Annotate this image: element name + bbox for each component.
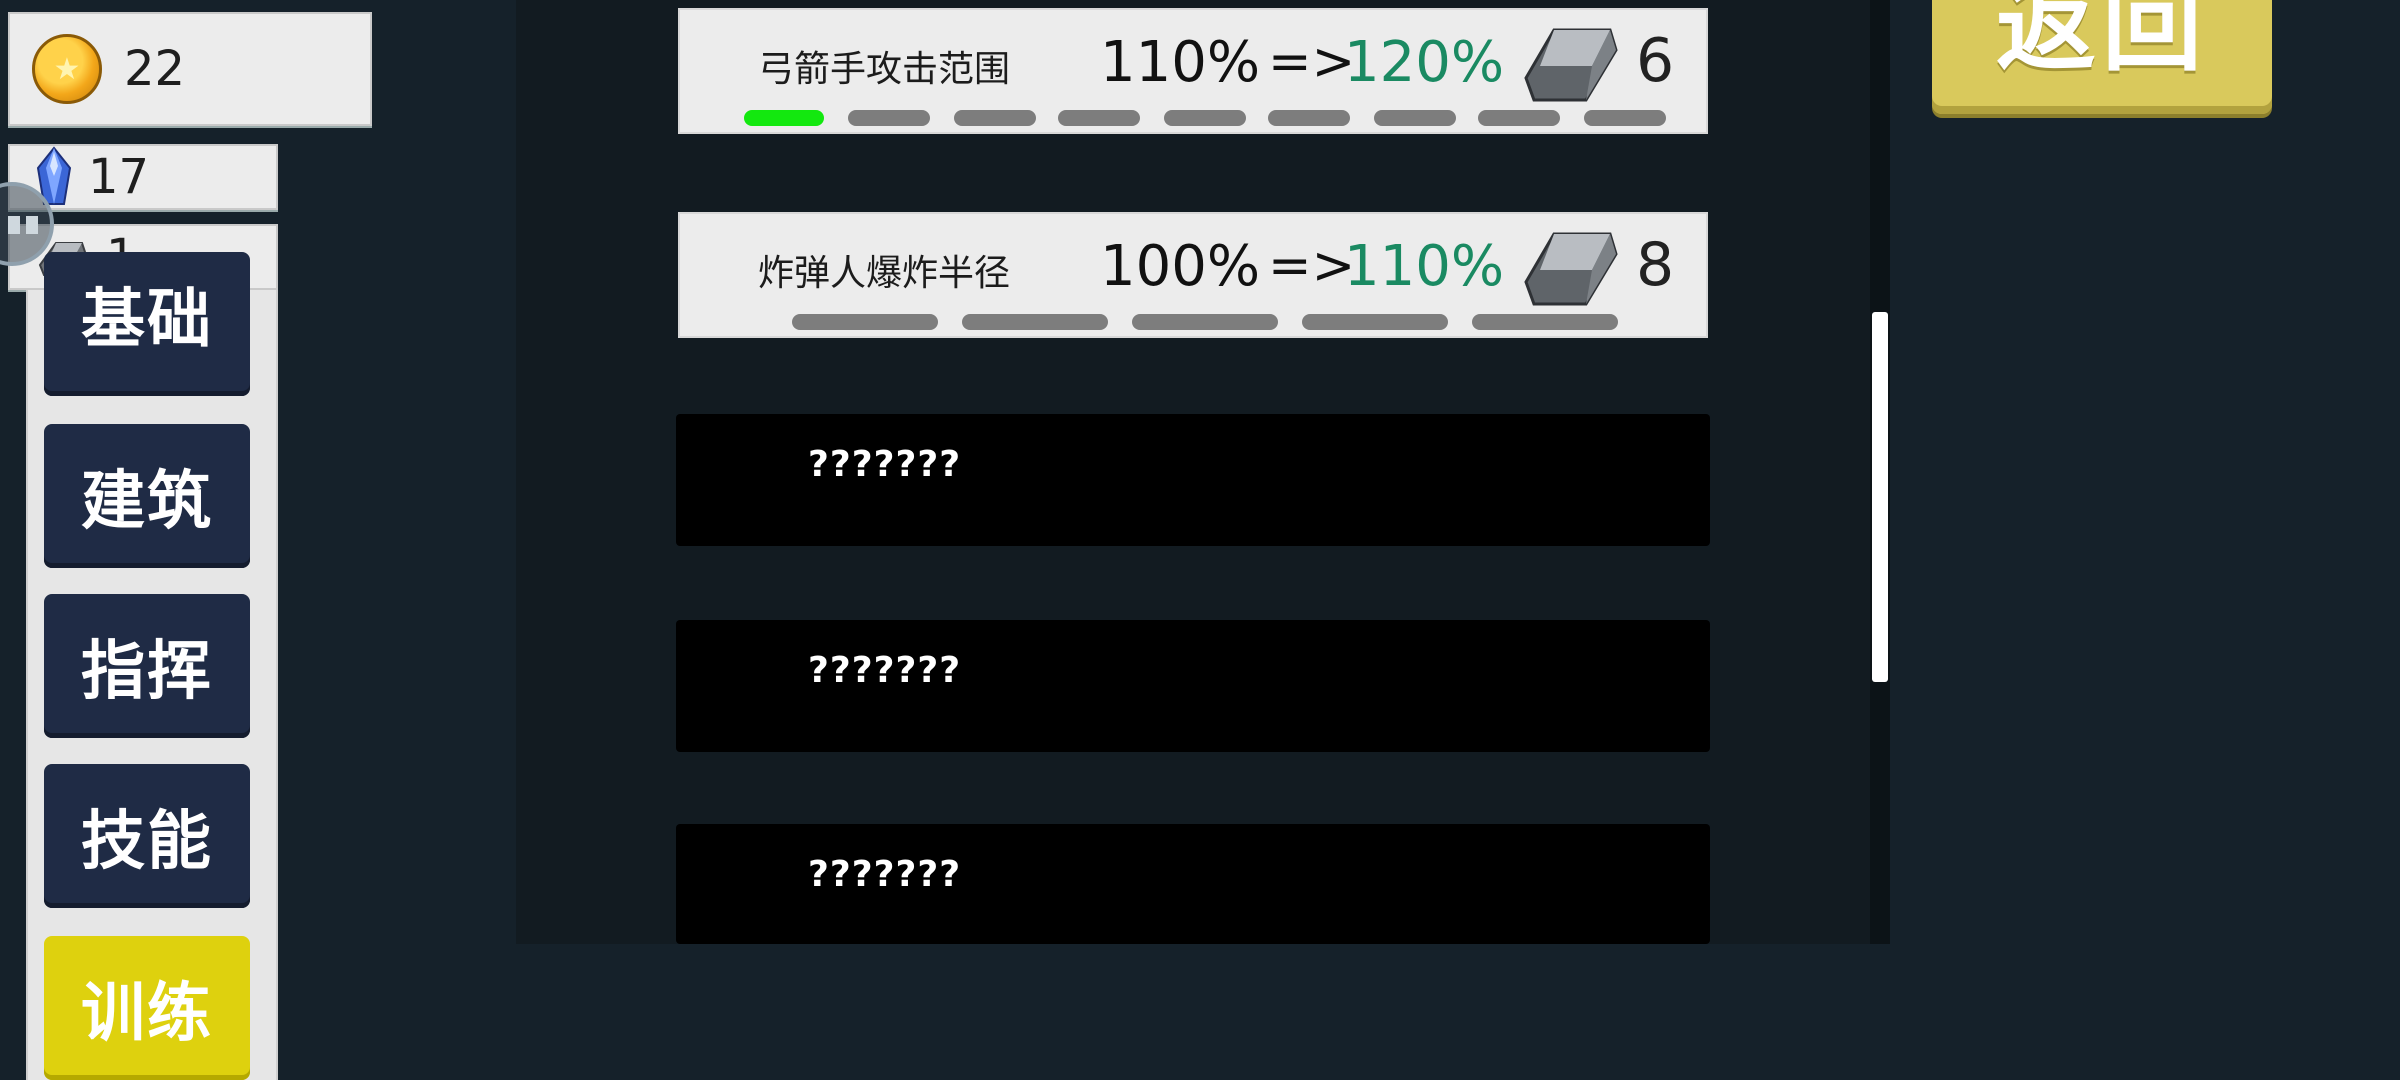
gem-count: 17 — [88, 149, 150, 205]
next-value: 120% — [1344, 30, 1505, 95]
upgrade-row-archer-range[interactable]: 弓箭手攻击范围 110% => 120% 6 — [678, 8, 1708, 134]
level-pip — [1374, 110, 1456, 126]
level-pip — [1302, 314, 1448, 330]
level-progress — [792, 310, 1626, 332]
current-value: 100% — [1100, 234, 1261, 299]
current-value: 110% — [1100, 30, 1261, 95]
locked-upgrade-row[interactable]: ??????? — [676, 824, 1710, 944]
arrow-text: => — [1268, 236, 1356, 296]
upgrade-name: 弓箭手攻击范围 — [758, 49, 1011, 90]
level-pip — [848, 110, 930, 126]
coin-count: 22 — [124, 41, 186, 97]
level-progress — [744, 106, 1670, 128]
menu-skill-button[interactable]: 技能 — [44, 764, 250, 908]
level-pip — [1164, 110, 1246, 126]
level-pip — [954, 110, 1036, 126]
next-value: 110% — [1344, 234, 1505, 299]
ingot-cost-icon — [1524, 28, 1618, 102]
upgrade-row-bomber-radius[interactable]: 炸弹人爆炸半径 100% => 110% 8 — [678, 212, 1708, 338]
gem-counter: 17 — [8, 144, 278, 210]
upgrade-name: 炸弹人爆炸半径 — [758, 253, 1011, 294]
scrollbar-thumb[interactable] — [1872, 312, 1888, 682]
menu-basic-button[interactable]: 基础 — [44, 252, 250, 396]
level-pip-filled — [744, 110, 824, 126]
ingot-cost-icon — [1524, 232, 1618, 306]
locked-upgrade-row[interactable]: ??????? — [676, 620, 1710, 752]
level-pip — [1058, 110, 1140, 126]
coin-counter: ★ 22 — [8, 12, 372, 126]
level-pip — [1268, 110, 1350, 126]
menu-command-button[interactable]: 指挥 — [44, 594, 250, 738]
level-pip — [1478, 110, 1560, 126]
locked-label: ??????? — [808, 444, 962, 485]
coin-icon: ★ — [32, 34, 102, 104]
level-pip — [1132, 314, 1278, 330]
upgrade-cost: 6 — [1636, 26, 1675, 96]
arrow-text: => — [1268, 32, 1356, 92]
back-button[interactable]: 返回 — [1932, 0, 2272, 114]
locked-label: ??????? — [808, 854, 962, 895]
locked-upgrade-row[interactable]: ??????? — [676, 414, 1710, 546]
level-pip — [962, 314, 1108, 330]
level-pip — [792, 314, 938, 330]
level-pip — [1584, 110, 1666, 126]
menu-train-button[interactable]: 训练 — [44, 936, 250, 1080]
locked-label: ??????? — [808, 650, 962, 691]
upgrade-cost: 8 — [1636, 230, 1675, 300]
level-pip — [1472, 314, 1618, 330]
menu-build-button[interactable]: 建筑 — [44, 424, 250, 568]
